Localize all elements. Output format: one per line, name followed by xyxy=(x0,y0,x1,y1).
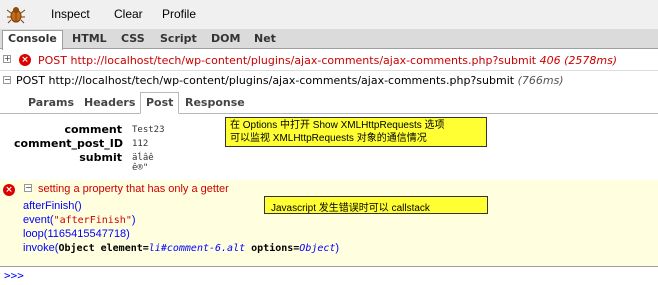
command-prompt: >>> xyxy=(4,269,24,282)
panel-tabs: Console HTML CSS Script DOM Net xyxy=(0,29,658,50)
stack-frame-obj: Object element= xyxy=(58,243,149,254)
post-key: comment_post_ID xyxy=(14,137,124,150)
request-url[interactable]: http://localhost/tech/wp-content/plugins… xyxy=(49,74,515,87)
stack-frame-obj: options= xyxy=(245,243,300,254)
tab-dom[interactable]: DOM xyxy=(206,31,245,49)
stack-frame[interactable]: loop(1165415547718) xyxy=(23,228,130,240)
request-line: POST http://localhost/tech/wp-content/pl… xyxy=(16,74,564,87)
stack-frame-val[interactable]: Object xyxy=(299,243,335,254)
post-value: äĺâê ê®" xyxy=(132,153,154,173)
collapse-icon[interactable]: − xyxy=(3,76,11,84)
post-key: submit xyxy=(79,151,122,164)
error-message[interactable]: setting a property that has only a gette… xyxy=(38,183,229,195)
request-time: (766ms) xyxy=(517,74,564,87)
firebug-icon[interactable] xyxy=(6,4,26,24)
toolbar: Inspect Clear Profile xyxy=(0,0,658,29)
tab-script[interactable]: Script xyxy=(155,31,202,49)
subtab-headers[interactable]: Headers xyxy=(84,96,135,109)
stack-frame-val[interactable]: li#comment-6.alt xyxy=(149,243,245,254)
post-value: 112 xyxy=(132,139,149,149)
stack-frame[interactable]: event("afterFinish") xyxy=(23,214,136,226)
tab-html[interactable]: HTML xyxy=(67,31,112,49)
callstack-annotation: Javascript 发生错误时可以 callstack xyxy=(264,196,488,214)
stack-frame[interactable]: afterFinish() xyxy=(23,200,82,212)
tab-net[interactable]: Net xyxy=(249,31,281,49)
tab-console[interactable]: Console xyxy=(2,30,63,50)
request-url[interactable]: http://localhost/tech/wp-content/plugins… xyxy=(71,54,537,67)
tab-css[interactable]: CSS xyxy=(116,31,150,49)
stack-frame-arg: "afterFinish" xyxy=(53,215,132,226)
collapse-icon[interactable]: − xyxy=(24,184,32,192)
request-method: POST xyxy=(38,54,67,67)
error-icon: × xyxy=(19,54,31,66)
command-line[interactable]: >>> xyxy=(0,266,658,285)
request-row-error[interactable]: + × POST http://localhost/tech/wp-conten… xyxy=(0,51,658,69)
post-value: Test23 xyxy=(132,125,165,135)
subtab-post[interactable]: Post xyxy=(140,92,180,114)
stack-frame-text: afterFinish() xyxy=(23,200,82,212)
expand-icon[interactable]: + xyxy=(3,55,11,63)
stack-frame-end: ) xyxy=(335,242,340,254)
annotation-line: 可以监视 XMLHttpRequests 对象的通信情况 xyxy=(230,133,427,144)
error-icon: × xyxy=(3,184,15,196)
stack-frame[interactable]: invoke(Object element=li#comment-6.alt o… xyxy=(23,242,339,254)
request-time: (2578ms) xyxy=(564,54,618,67)
request-subtabs: Params Headers Post Response xyxy=(0,92,658,114)
stack-frame-end: ) xyxy=(131,214,136,226)
clear-button[interactable]: Clear xyxy=(114,7,143,21)
request-method: POST xyxy=(16,74,45,87)
post-key: comment xyxy=(64,123,122,136)
subtab-response[interactable]: Response xyxy=(185,96,245,109)
stack-frame-fn: event( xyxy=(23,214,54,226)
error-entry: × − setting a property that has only a g… xyxy=(0,180,658,266)
annotation-line: Javascript 发生错误时可以 callstack xyxy=(271,203,430,214)
subtab-params[interactable]: Params xyxy=(28,96,74,109)
request-line: POST http://localhost/tech/wp-content/pl… xyxy=(38,54,617,67)
options-annotation: 在 Options 中打开 Show XMLHttpRequests 选项 可以… xyxy=(225,117,487,147)
request-status: 406 xyxy=(539,54,561,67)
profile-button[interactable]: Profile xyxy=(162,7,196,21)
stack-frame-text: loop(1165415547718) xyxy=(23,228,130,240)
annotation-line: 在 Options 中打开 Show XMLHttpRequests 选项 xyxy=(230,120,445,131)
request-row[interactable]: − POST http://localhost/tech/wp-content/… xyxy=(0,70,658,90)
stack-frame-fn: invoke( xyxy=(23,242,59,254)
inspect-button[interactable]: Inspect xyxy=(51,7,90,21)
